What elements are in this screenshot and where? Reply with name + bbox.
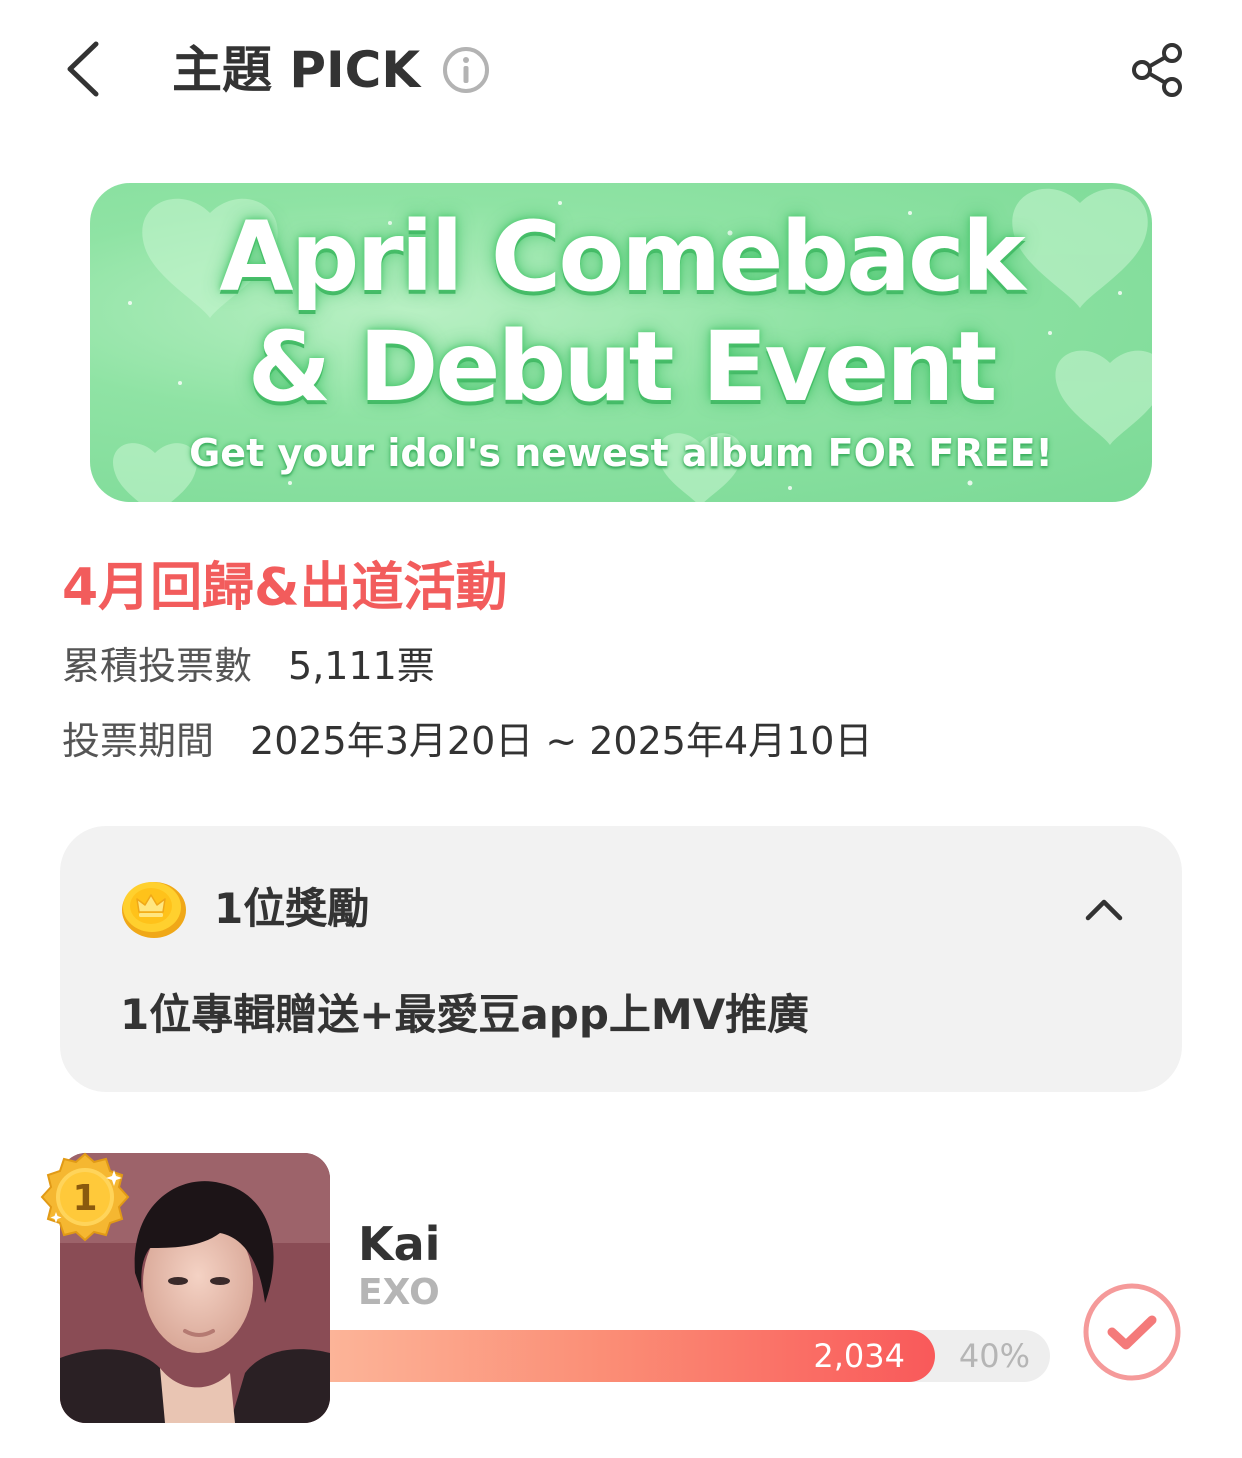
info-circle-icon (443, 47, 489, 93)
reward-description: 1位專輯贈送+最愛豆app上MV推廣 (120, 990, 810, 1039)
vote-progress-fill: 2,034 (330, 1330, 935, 1382)
reward-card: 1位獎勵 1位專輯贈送+最愛豆app上MV推廣 (60, 826, 1182, 1092)
rank-badge: 1 (38, 1150, 132, 1244)
crown-coin-icon (122, 882, 186, 938)
total-votes-row: 累積投票數 5,111票 (62, 642, 435, 690)
candidate-row[interactable]: 1 Kai EXO 2,034 40% (0, 1140, 1242, 1440)
voting-period-label: 投票期間 (62, 719, 215, 763)
banner-headline-1: April Comeback (219, 201, 1025, 313)
vote-percentage: 40% (958, 1337, 1030, 1375)
event-banner[interactable]: April Comeback & Debut Event Get your id… (90, 183, 1152, 502)
share-icon (1132, 43, 1182, 97)
collapse-toggle[interactable] (1082, 888, 1126, 928)
vote-button[interactable] (1082, 1282, 1182, 1382)
back-button[interactable] (58, 38, 118, 100)
total-votes-value: 5,111票 (288, 644, 435, 688)
total-votes-label: 累積投票數 (62, 644, 253, 688)
banner-headline-2: & Debut Event (247, 311, 998, 423)
candidate-name: Kai (358, 1217, 441, 1271)
top-bar: 主題 PICK (0, 0, 1242, 140)
vote-progress-bar: 2,034 40% (330, 1330, 1050, 1382)
voting-period-row: 投票期間 2025年3月20日 ~ 2025年4月10日 (62, 717, 873, 765)
event-title: 4月回歸&出道活動 (62, 558, 508, 618)
vote-count: 2,034 (813, 1337, 905, 1375)
chevron-left-icon (67, 41, 99, 97)
share-button[interactable] (1128, 40, 1188, 100)
candidate-group: EXO (358, 1272, 440, 1313)
check-circle-icon (1083, 1283, 1181, 1381)
page-title: 主題 PICK (172, 41, 421, 99)
gold-medal-icon: 1 (40, 1152, 130, 1242)
chevron-up-icon (1085, 899, 1123, 921)
voting-period-value: 2025年3月20日 ~ 2025年4月10日 (250, 719, 873, 763)
rank-number: 1 (72, 1178, 97, 1219)
info-button[interactable] (441, 45, 491, 95)
banner-subtitle: Get your idol's newest album FOR FREE! (189, 431, 1053, 475)
reward-title: 1位獎勵 (214, 884, 370, 933)
